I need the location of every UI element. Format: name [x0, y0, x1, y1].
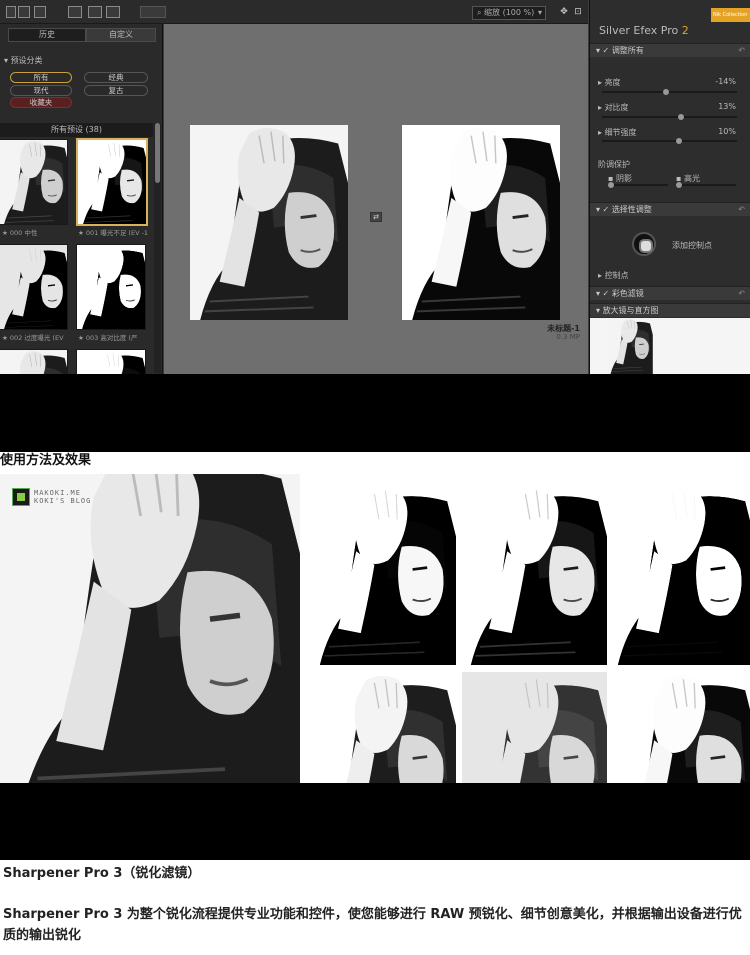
blog-logo-icon: [12, 488, 30, 506]
category-favorites[interactable]: 收藏夹: [10, 97, 72, 108]
preset-caption: ★ 000 中性: [2, 229, 38, 237]
black-divider: [0, 783, 750, 860]
slider-knob[interactable]: [677, 114, 684, 120]
slider-knob[interactable]: [676, 182, 682, 188]
split-view-button[interactable]: [18, 6, 30, 18]
slider-knob[interactable]: [662, 89, 669, 95]
brightness-value: -14%: [715, 77, 736, 86]
large-portrait: [0, 474, 300, 783]
search-icon: ⌕: [477, 8, 482, 17]
preset-thumb[interactable]: [76, 349, 146, 374]
presets-header: 所有预设 (38): [0, 123, 153, 137]
structure-slider[interactable]: [602, 138, 737, 144]
preset-caption: ★ 003 高对比度 (严: [78, 334, 138, 342]
loupe-icon[interactable]: ⊡: [572, 6, 584, 18]
sharpener-title: Sharpener Pro 3（锐化滤镜）: [3, 866, 201, 881]
chevron-down-icon: ▾: [537, 8, 542, 17]
category-all[interactable]: 所有: [10, 72, 72, 83]
structure-label: ▸ 细节强度: [598, 128, 637, 137]
preset-thumb-overexposed[interactable]: [0, 244, 68, 330]
hand-icon[interactable]: ✥: [558, 6, 570, 18]
control-points-toggle[interactable]: ▸ 控制点: [598, 270, 629, 281]
preset-thumb-underexposed[interactable]: [76, 138, 148, 226]
preset-category-title[interactable]: ▾ 预设分类: [4, 55, 43, 66]
layout-split-button[interactable]: [88, 6, 102, 18]
result-collage: MAKOKI.ME KOKI'S BLOG: [0, 474, 750, 783]
variant-tile: [462, 483, 607, 665]
slider-knob[interactable]: [608, 182, 614, 188]
black-divider: [0, 374, 750, 452]
checkbox-icon[interactable]: ▾ ✓: [596, 205, 612, 214]
document-size: 0.3 MP: [556, 333, 580, 341]
silver-efex-window: ⌕ 缩放 (100 %) ▾ ✥ ⊡ 历史 自定义 ▾ 预设分类 所有 经典 现…: [0, 0, 750, 374]
variant-tile: [311, 672, 456, 783]
watermark-text: MAKOKI.ME KOKI'S BLOG: [34, 489, 92, 505]
loupe-histogram-header[interactable]: ▾ 放大镜与直方图: [590, 303, 750, 317]
brightness-slider[interactable]: [602, 89, 737, 95]
contrast-value: 13%: [718, 102, 736, 111]
preset-caption: ★ 001 曝光不足 (EV -1: [78, 229, 149, 237]
contrast-slider[interactable]: [602, 114, 737, 120]
checkbox-icon[interactable]: ▾ ✓: [596, 46, 612, 55]
before-image: [190, 125, 348, 320]
preset-thumb[interactable]: [0, 349, 68, 374]
checkbox-icon[interactable]: ▾ ✓: [596, 289, 612, 298]
preset-thumb-neutral[interactable]: [0, 139, 68, 225]
brightness-label: ▸ 亮度: [598, 78, 621, 87]
section-subheading: 使用方法及效果: [0, 453, 92, 468]
shadows-slider[interactable]: [608, 182, 668, 188]
layout-single-button[interactable]: [68, 6, 82, 18]
tonal-protection-label: 阶调保护: [598, 160, 630, 169]
presets-scrollbar[interactable]: [154, 123, 161, 373]
swap-icon[interactable]: ⇄: [370, 212, 382, 222]
variant-tile: [613, 483, 750, 665]
single-view-button[interactable]: [6, 6, 16, 18]
color-filter-header[interactable]: ▾ ✓ 彩色滤镜 ↶: [590, 286, 750, 300]
sharpener-description: Sharpener Pro 3 为整个锐化流程提供专业功能和控件，使您能够进行 …: [3, 907, 742, 943]
add-control-point-label[interactable]: 添加控制点: [672, 240, 712, 251]
category-vintage[interactable]: 复古: [84, 85, 148, 96]
side-by-side-button[interactable]: [34, 6, 46, 18]
variant-tile: [311, 483, 456, 665]
layout-compare-button[interactable]: [106, 6, 120, 18]
after-image: [402, 125, 560, 320]
tab-custom[interactable]: 自定义: [86, 28, 156, 42]
presets-panel: 历史 自定义 ▾ 预设分类 所有 经典 现代 复古 收藏夹 所有预设 (38) …: [0, 24, 163, 374]
global-adjustments-header[interactable]: ▾ ✓ 调整所有 ↶: [590, 43, 750, 57]
category-modern[interactable]: 现代: [10, 85, 72, 96]
preset-caption: ★ 002 过度曝光 (EV: [2, 334, 64, 342]
zoom-select[interactable]: ⌕ 缩放 (100 %) ▾: [472, 6, 546, 20]
loupe-preview: [590, 318, 750, 374]
tab-history[interactable]: 历史: [8, 28, 86, 42]
preset-thumb-high-contrast[interactable]: [76, 244, 146, 330]
highlights-slider[interactable]: [676, 182, 736, 188]
zoom-label: 缩放 (100 %): [484, 8, 535, 17]
adjustments-panel: Nik Collection Silver Efex Pro 2 ▾ ✓ 调整所…: [589, 0, 750, 374]
nik-collection-logo: Nik Collection: [711, 8, 750, 22]
category-classic[interactable]: 经典: [84, 72, 148, 83]
structure-value: 10%: [718, 127, 736, 136]
background-button[interactable]: [140, 6, 166, 18]
reset-icon[interactable]: ↶: [738, 44, 745, 58]
top-toolbar: ⌕ 缩放 (100 %) ▾ ✥ ⊡: [0, 0, 588, 24]
variant-tile: [462, 672, 607, 783]
add-control-point-button[interactable]: [632, 232, 656, 256]
preview-canvas: ⇄ 未标题-1 0.3 MP: [164, 24, 588, 374]
reset-icon[interactable]: ↶: [738, 287, 745, 301]
slider-knob[interactable]: [676, 138, 683, 144]
scrollbar-thumb[interactable]: [155, 123, 160, 183]
reset-icon[interactable]: ↶: [738, 203, 745, 217]
variant-tile: [613, 672, 750, 783]
selective-adjustments-header[interactable]: ▾ ✓ 选择性调整 ↶: [590, 202, 750, 216]
app-title: Silver Efex Pro 2: [599, 24, 689, 37]
contrast-label: ▸ 对比度: [598, 103, 629, 112]
